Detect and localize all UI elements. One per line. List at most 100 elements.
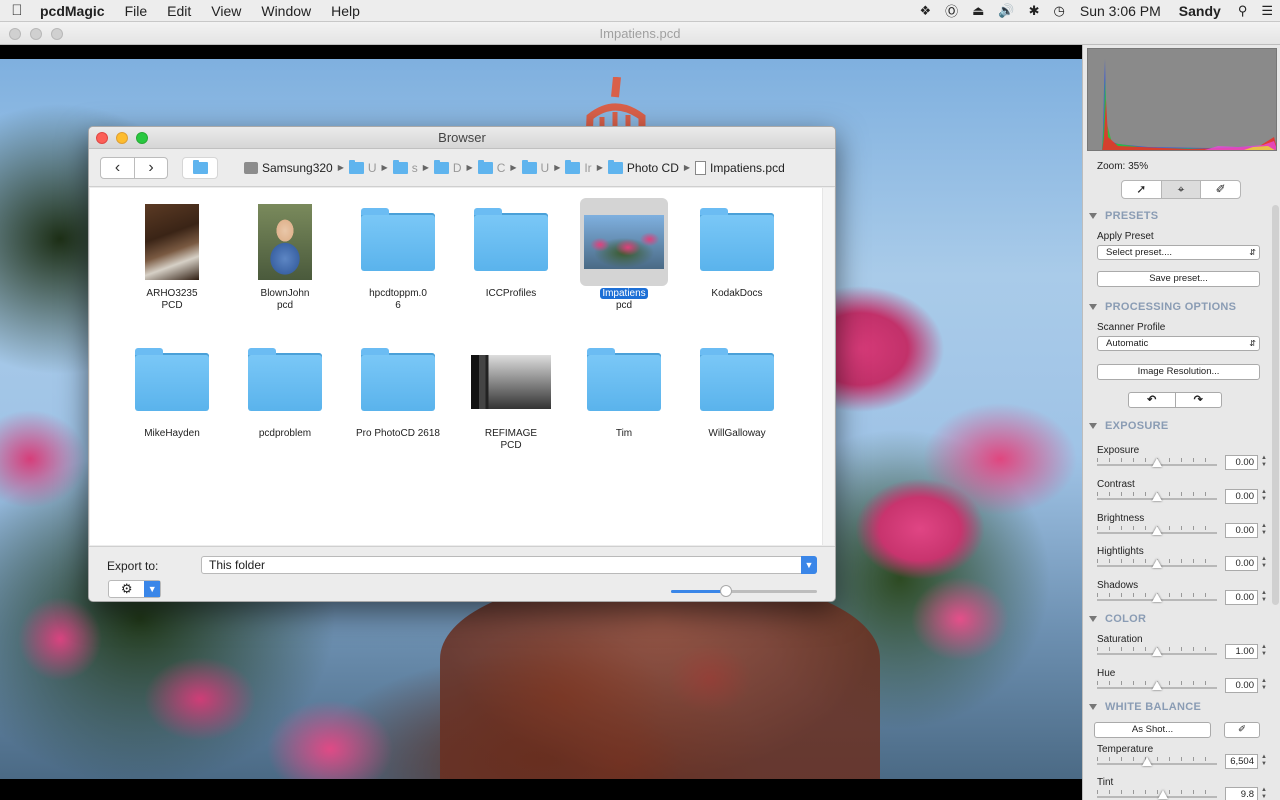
slider-knob[interactable] [1152,681,1162,690]
stepper[interactable]: ▲ ▼ [1261,523,1268,538]
grid-item-impatiens[interactable]: Impatiens pcd [574,198,674,312]
rotate-controls: ↶ ↷ [1128,392,1222,408]
grid-item-blownjohn[interactable]: BlownJohn pcd [235,198,335,312]
apple-menu-icon[interactable]:  [0,2,34,19]
slider-knob[interactable] [1142,757,1153,766]
grid-item-tim[interactable]: Tim [574,338,674,440]
bluetooth-icon[interactable]: ✱ [1022,3,1047,19]
slider-knob[interactable] [1152,526,1162,535]
slider-track[interactable] [1097,796,1217,798]
forward-button[interactable]: › [134,157,167,178]
notification-center-icon[interactable]: ☰ [1254,3,1280,19]
breadcrumb-item[interactable]: U [348,159,377,175]
slider-knob[interactable] [720,585,733,597]
action-menu-button[interactable]: ⚙ ▼ [108,580,161,598]
breadcrumb-item[interactable]: C [477,159,505,175]
breadcrumb-item[interactable]: Photo CD [607,159,679,175]
menu-view[interactable]: View [201,0,251,22]
preset-select[interactable]: Select preset.... ⇵ [1097,245,1260,260]
grid-item-arho3235[interactable]: ARHO3235 PCD [122,198,222,312]
stepper[interactable]: ▲ ▼ [1261,489,1268,504]
brightness-value-field[interactable]: 0.00 [1225,523,1258,538]
breadcrumb-item[interactable]: Samsung320 [244,161,333,175]
rotate-right-icon[interactable]: ↷ [1174,393,1222,407]
slider-knob[interactable] [1158,790,1168,799]
breadcrumb-item[interactable]: U [521,159,549,175]
slider-knob[interactable] [1152,647,1162,656]
onepassword-icon[interactable]: Ⓞ [938,1,965,20]
eject-icon[interactable]: ⏏ [965,3,991,19]
volume-icon[interactable]: 🔊 [991,3,1021,19]
rotate-left-icon[interactable]: ↶ [1129,393,1175,407]
slider-knob[interactable] [1152,559,1162,568]
eyedropper-tool-icon[interactable]: ✐ [1200,181,1240,198]
white-balance-section-header[interactable]: WHITE BALANCE [1089,701,1201,713]
panel-scrollbar[interactable] [1272,205,1279,605]
wb-eyedropper-button[interactable]: ✐ [1224,722,1260,738]
processing-section-header[interactable]: PROCESSING OPTIONS [1089,301,1236,313]
tint-value-field[interactable]: 9.8 [1225,787,1258,800]
stepper[interactable]: ▲ ▼ [1261,590,1268,605]
slider-knob[interactable] [1152,492,1162,501]
color-section-header[interactable]: COLOR [1089,613,1146,625]
spotlight-search-icon[interactable]: ⚲ [1231,3,1255,19]
temperature-value-field[interactable]: 6,504 [1225,754,1258,769]
pointer-tool-icon[interactable]: ➚ [1122,181,1161,198]
hue-value-field[interactable]: 0.00 [1225,678,1258,693]
stepper[interactable]: ▲ ▼ [1261,644,1268,659]
grid-scrollbar[interactable] [822,188,834,545]
grid-item-hpcdtoppm[interactable]: hpcdtoppm.0 6 [348,198,448,312]
grid-item-pcdproblem[interactable]: pcdproblem [235,338,335,440]
stepper[interactable]: ▲ ▼ [1261,455,1268,470]
menu-window[interactable]: Window [251,0,321,22]
breadcrumb-item[interactable]: Impatiens.pcd [695,160,785,175]
breadcrumb-item[interactable]: D [433,159,462,175]
browser-close-button[interactable] [96,132,108,144]
contrast-value-field[interactable]: 0.00 [1225,489,1258,504]
menubar-user[interactable]: Sandy [1169,3,1231,19]
exposure-value-field[interactable]: 0.00 [1225,455,1258,470]
grid-item-mikehayden[interactable]: MikeHayden [122,338,222,440]
saturation-value-field[interactable]: 1.00 [1225,644,1258,659]
stepper[interactable]: ▲ ▼ [1261,556,1268,571]
as-shot-button[interactable]: As Shot... [1094,722,1211,738]
menubar-clock[interactable]: Sun 3:06 PM [1072,3,1169,19]
highlights-value-field[interactable]: 0.00 [1225,556,1258,571]
grid-item-pro-photocd[interactable]: Pro PhotoCD 2618 [348,338,448,440]
breadcrumb-item[interactable]: Ir [565,159,592,175]
time-machine-icon[interactable]: ◷ [1047,3,1072,19]
save-preset-button[interactable]: Save preset... [1097,271,1260,287]
exposure-section-header[interactable]: EXPOSURE [1089,420,1169,432]
dropbox-icon[interactable]: ❖ [912,3,938,19]
menu-edit[interactable]: Edit [157,0,201,22]
crop-tool-icon[interactable]: ⌖ [1160,181,1201,198]
document-icon [695,160,707,175]
browser-minimize-button[interactable] [116,132,128,144]
shadows-value-field[interactable]: 0.00 [1225,590,1258,605]
slider-track[interactable] [1097,763,1217,765]
menu-file[interactable]: File [115,0,158,22]
scanner-profile-select[interactable]: Automatic ⇵ [1097,336,1260,351]
stepper[interactable]: ▲ ▼ [1261,678,1268,693]
grid-item-willgalloway[interactable]: WillGalloway [687,338,787,440]
grid-item-refimage[interactable]: REFIMAGE PCD [461,338,561,452]
stepper[interactable]: ▲ ▼ [1261,754,1268,769]
stepper[interactable]: ▲ ▼ [1261,787,1268,800]
grid-item-kodakdocs[interactable]: KodakDocs [687,198,787,300]
browser-zoom-button[interactable] [136,132,148,144]
breadcrumb-item[interactable]: s [392,159,418,175]
apply-preset-label: Apply Preset [1097,231,1154,242]
thumbnail-size-slider[interactable] [671,585,817,597]
back-button[interactable]: ‹ [101,158,134,178]
choose-folder-button[interactable] [182,156,218,179]
grid-item-iccprofiles[interactable]: ICCProfiles [461,198,561,300]
image-resolution-button[interactable]: Image Resolution... [1097,364,1260,380]
disclosure-triangle-icon [1089,304,1097,311]
presets-section-header[interactable]: PRESETS [1089,210,1158,222]
export-destination-select[interactable]: This folder ▼ [201,556,817,574]
tool-selector: ➚ ⌖ ✐ [1121,180,1241,199]
app-menu[interactable]: pcdMagic [34,0,115,22]
slider-knob[interactable] [1152,458,1162,467]
menu-help[interactable]: Help [321,0,370,22]
slider-knob[interactable] [1152,593,1162,602]
